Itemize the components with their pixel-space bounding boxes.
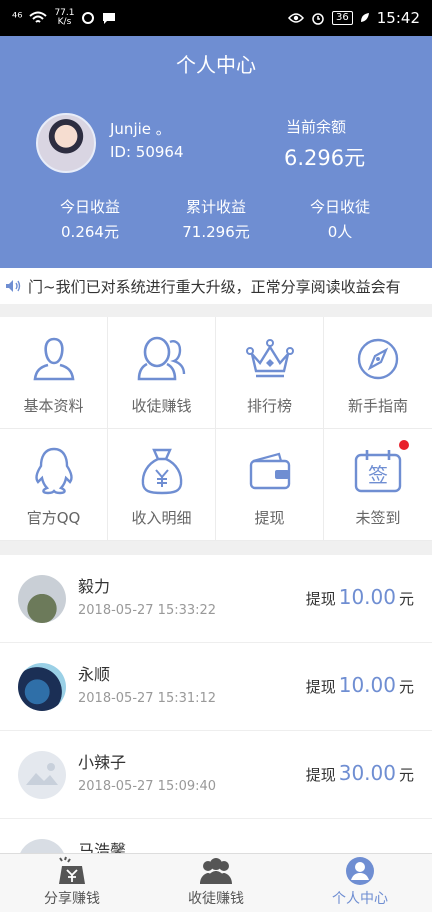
menu-official-qq[interactable]: 官方QQ xyxy=(0,429,108,541)
record-prefix: 提现 xyxy=(305,766,336,784)
stat-value: 71.296元 xyxy=(182,223,250,241)
menu-label: 未签到 xyxy=(355,509,401,527)
record-prefix: 提现 xyxy=(305,678,336,696)
stat-label: 累计收益 xyxy=(185,198,246,216)
withdraw-record-list: 毅力 2018-05-27 15:33:22 提现 10.00 元 永顺 201… xyxy=(0,555,432,853)
user-avatar xyxy=(18,839,66,853)
menu-label: 排行榜 xyxy=(246,397,292,415)
record-name: 小辣子 xyxy=(78,753,127,772)
menu-label: 收入明细 xyxy=(131,509,192,527)
message-icon xyxy=(103,13,116,24)
record-name: 永顺 xyxy=(78,665,111,684)
alarm-icon xyxy=(312,13,324,25)
record-value: 10.00 xyxy=(338,673,396,697)
list-item[interactable]: 马浩馨 xyxy=(0,819,432,853)
tab-personal-center[interactable]: 个人中心 xyxy=(288,854,432,912)
menu-income-detail[interactable]: 收入明细 xyxy=(108,429,216,541)
record-time: 2018-05-27 15:31:12 xyxy=(78,691,217,706)
money-bag-icon xyxy=(134,443,190,499)
user-id: ID: 50964 xyxy=(110,143,184,161)
menu-label: 新手指南 xyxy=(347,397,408,415)
tab-share-earn[interactable]: 分享赚钱 xyxy=(0,854,144,912)
list-item[interactable]: 小辣子 2018-05-27 15:09:40 提现 30.00 元 xyxy=(0,731,432,819)
menu-grid: 基本资料 收徒赚钱 排行榜 新手指南 官方QQ 收入明细 提现 签 未签到 xyxy=(0,317,432,541)
record-name: 毅力 xyxy=(78,577,111,596)
menu-basic-info[interactable]: 基本资料 xyxy=(0,317,108,429)
page-title: 个人中心 xyxy=(176,53,256,77)
tab-label: 个人中心 xyxy=(332,891,388,907)
person-circle-icon xyxy=(345,856,375,886)
app-notification-icon xyxy=(82,12,95,24)
wifi-icon xyxy=(29,11,48,23)
group-users-icon xyxy=(198,856,234,886)
record-name: 马浩馨 xyxy=(78,841,127,853)
balance-value: 6.296元 xyxy=(284,146,366,170)
stat-value: 0.264元 xyxy=(61,223,119,241)
record-time: 2018-05-27 15:33:22 xyxy=(78,603,217,618)
notice-text: 门~我们已对系统进行重大升级，正常分享阅读收益会有 xyxy=(28,277,401,296)
menu-label: 官方QQ xyxy=(26,509,81,527)
crown-icon xyxy=(242,331,298,387)
stat-total-income: 累计收益 71.296元 xyxy=(144,196,288,242)
tab-label: 收徒赚钱 xyxy=(188,891,244,907)
unread-dot xyxy=(399,440,409,450)
status-bar: ⁴⁶ 77.1 K/s 36 15:42 xyxy=(0,0,432,36)
menu-withdraw[interactable]: 提现 xyxy=(216,429,324,541)
record-unit: 元 xyxy=(398,678,414,696)
stat-value: 0人 xyxy=(327,223,353,241)
network-speed: 77.1 K/s xyxy=(54,9,74,27)
menu-label: 收徒赚钱 xyxy=(131,397,192,415)
menu-sign-in[interactable]: 签 未签到 xyxy=(324,429,432,541)
network-speed-unit: K/s xyxy=(57,17,72,27)
record-unit: 元 xyxy=(398,590,414,608)
list-item[interactable]: 永顺 2018-05-27 15:31:12 提现 10.00 元 xyxy=(0,643,432,731)
wallet-icon xyxy=(242,443,298,499)
bottom-tab-bar: 分享赚钱 收徒赚钱 个人中心 xyxy=(0,853,432,912)
battery-icon: 36 xyxy=(332,11,353,25)
leaf-icon xyxy=(360,13,369,22)
compass-icon xyxy=(350,331,406,387)
calendar-sign-icon: 签 xyxy=(350,443,406,499)
menu-recruit[interactable]: 收徒赚钱 xyxy=(108,317,216,429)
menu-label: 提现 xyxy=(254,509,285,527)
stat-label: 今日收益 xyxy=(59,198,120,216)
record-prefix: 提现 xyxy=(305,590,336,608)
qq-penguin-icon xyxy=(26,443,82,499)
stat-label: 今日收徒 xyxy=(309,198,370,216)
sign-char: 签 xyxy=(368,463,388,487)
user-avatar xyxy=(18,575,66,623)
record-amount: 提现 10.00 元 xyxy=(306,673,414,697)
user-name: Junjie 。 xyxy=(110,120,171,138)
tab-recruit-earn[interactable]: 收徒赚钱 xyxy=(144,854,288,912)
record-value: 10.00 xyxy=(338,585,396,609)
menu-ranking[interactable]: 排行榜 xyxy=(216,317,324,429)
balance-label: 当前余额 xyxy=(286,118,347,136)
record-amount: 提现 30.00 元 xyxy=(306,761,414,785)
user-profile-icon xyxy=(26,331,82,387)
signal-icon: ⁴⁶ xyxy=(12,10,23,26)
record-unit: 元 xyxy=(398,766,414,784)
user-avatar[interactable] xyxy=(36,113,96,173)
stat-today-income: 今日收益 0.264元 xyxy=(18,196,162,242)
speaker-icon xyxy=(0,279,28,293)
clock-time: 15:42 xyxy=(376,9,420,27)
notice-bar[interactable]: 门~我们已对系统进行重大升级，正常分享阅读收益会有 xyxy=(0,268,432,304)
menu-guide[interactable]: 新手指南 xyxy=(324,317,432,429)
profile-header: 个人中心 Junjie 。 ID: 50964 当前余额 6.296元 今日收益… xyxy=(0,36,432,268)
record-time: 2018-05-27 15:09:40 xyxy=(78,779,217,794)
user-avatar xyxy=(18,751,66,799)
user-avatar xyxy=(18,663,66,711)
menu-label: 基本资料 xyxy=(23,397,84,415)
group-users-icon xyxy=(134,331,190,387)
tab-label: 分享赚钱 xyxy=(44,891,100,907)
eye-icon xyxy=(288,13,305,23)
record-value: 30.00 xyxy=(338,761,396,785)
list-item[interactable]: 毅力 2018-05-27 15:33:22 提现 10.00 元 xyxy=(0,555,432,643)
stat-today-disciples: 今日收徒 0人 xyxy=(268,196,412,242)
share-money-icon xyxy=(56,856,88,886)
record-amount: 提现 10.00 元 xyxy=(306,585,414,609)
